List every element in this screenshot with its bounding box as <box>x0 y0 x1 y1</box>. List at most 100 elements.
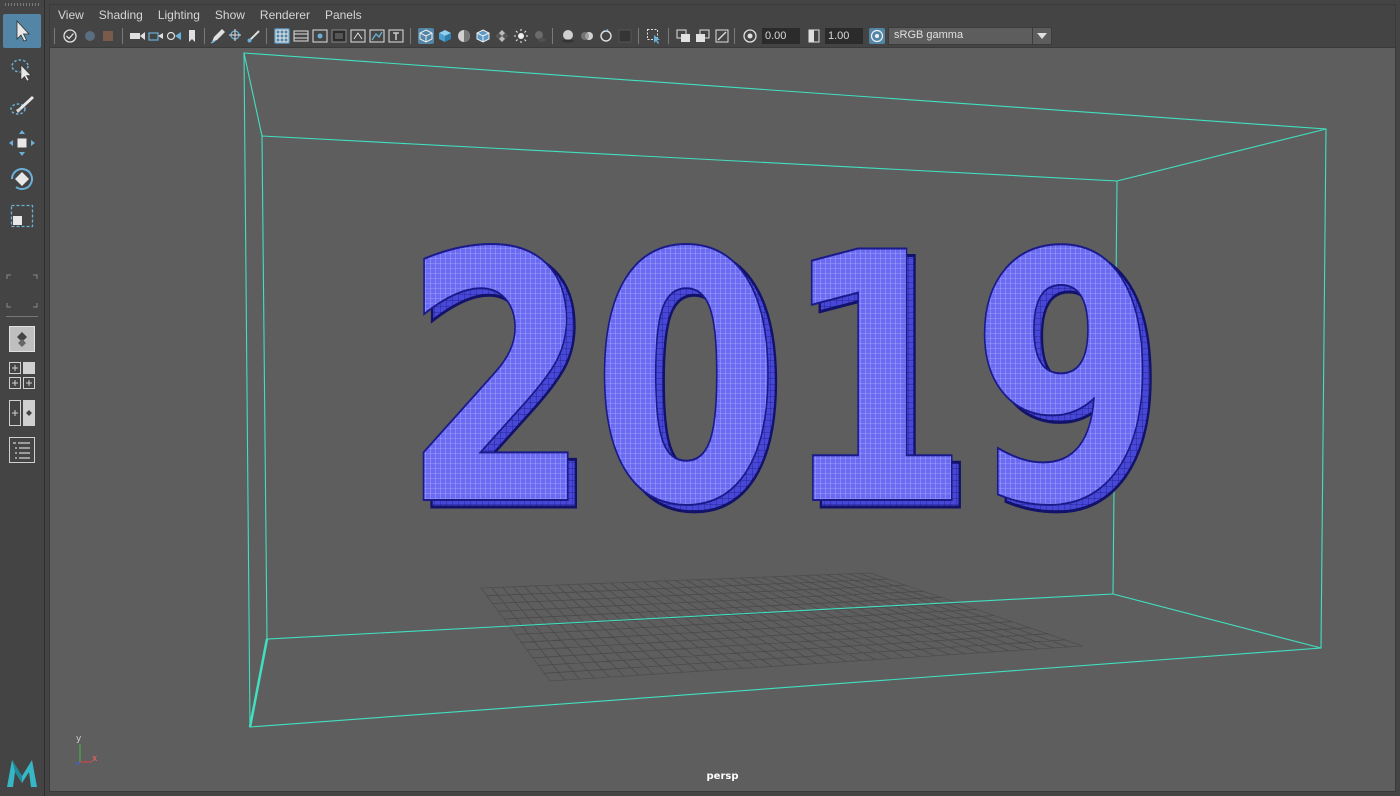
field-chart-button[interactable] <box>350 28 366 44</box>
paint-select-icon <box>10 96 34 115</box>
film-gate-button[interactable] <box>293 28 309 44</box>
two-view-layout-button[interactable] <box>3 396 41 430</box>
lasso-tool-button[interactable] <box>3 52 41 86</box>
bookmarks-button[interactable] <box>130 28 146 44</box>
brush-icon <box>247 30 260 43</box>
maya-logo-icon <box>7 760 37 787</box>
empty-tool-slot-icon <box>6 274 38 308</box>
grease-pencil-button[interactable] <box>210 28 226 44</box>
axis-y-label: y <box>76 734 82 744</box>
toolbar-separator <box>638 28 639 44</box>
paint-select-tool-button[interactable] <box>3 89 41 123</box>
motion-blur-button[interactable] <box>579 28 595 44</box>
smooth-shade-button[interactable] <box>437 28 453 44</box>
viewport-panel: View Shading Lighting Show Renderer Pane… <box>49 4 1396 792</box>
screen-space-ao-button[interactable] <box>560 28 576 44</box>
chevron-down-icon[interactable] <box>1032 28 1051 44</box>
color-management-icon <box>870 29 884 43</box>
smooth-shade-cube-icon <box>439 30 451 42</box>
safe-title-icon <box>388 29 404 43</box>
2d-pan-zoom-button[interactable] <box>228 28 244 44</box>
camera-name-label: persp <box>706 771 739 782</box>
gate-mask-button[interactable] <box>331 28 347 44</box>
safe-action-button[interactable] <box>369 28 385 44</box>
view-transform-dropdown[interactable]: sRGB gamma <box>888 27 1052 45</box>
toolbar-separator <box>266 28 267 44</box>
perspective-viewport[interactable]: 2019 2019 y x persp <box>50 48 1395 791</box>
menu-renderer[interactable]: Renderer <box>260 8 310 22</box>
lock-camera-button[interactable] <box>82 28 98 44</box>
rotate-tool-button[interactable] <box>3 162 41 196</box>
xray-joints-button[interactable] <box>714 28 730 44</box>
xray-button[interactable] <box>676 28 692 44</box>
image-plane-button[interactable] <box>166 28 182 44</box>
toolbar-separator <box>668 28 669 44</box>
select-arrow-icon <box>16 19 30 42</box>
menu-shading[interactable]: Shading <box>99 8 143 22</box>
default-material-icon <box>458 30 470 42</box>
scale-tool-icon <box>10 204 34 228</box>
view-transform-value: sRGB gamma <box>894 29 964 41</box>
text-mesh-face: 2019 <box>402 181 1160 582</box>
paint-tool-button[interactable] <box>246 28 262 44</box>
move-tool-icon <box>9 130 35 156</box>
view-axis-indicator: y x <box>72 734 102 768</box>
camera-view-button[interactable] <box>148 28 164 44</box>
multisample-aa-button[interactable] <box>598 28 614 44</box>
depth-of-field-button[interactable] <box>617 28 633 44</box>
wireframe-button[interactable] <box>418 28 434 44</box>
light-bulb-icon <box>514 29 528 43</box>
four-view-layout-button[interactable] <box>3 359 41 393</box>
select-tool-button[interactable] <box>3 14 41 48</box>
four-view-layout-icon <box>9 362 35 389</box>
outliner-layout-icon <box>9 437 35 463</box>
menu-lighting[interactable]: Lighting <box>158 8 200 22</box>
textured-button[interactable] <box>494 28 510 44</box>
camera-select-icon <box>63 29 77 43</box>
wireframe-on-shaded-button[interactable] <box>475 28 491 44</box>
axis-x-label: x <box>92 754 98 764</box>
pan-zoom-icon <box>229 29 241 41</box>
ambient-occlusion-icon <box>562 30 574 43</box>
default-material-button[interactable] <box>456 28 472 44</box>
scale-tool-button[interactable] <box>3 199 41 233</box>
xray-active-icon <box>696 29 710 42</box>
pencil-icon <box>210 29 225 44</box>
grid-toggle-button[interactable] <box>274 28 290 44</box>
toolbox <box>0 0 45 796</box>
isolate-select-button[interactable] <box>646 28 662 44</box>
exposure-button[interactable] <box>742 28 758 44</box>
exposure-field[interactable]: 0.00 <box>762 28 800 44</box>
safe-title-button[interactable] <box>388 28 404 44</box>
camera-attributes-button[interactable] <box>100 28 116 44</box>
toolbar-separator <box>54 28 55 44</box>
menu-panels[interactable]: Panels <box>325 8 362 22</box>
menu-show[interactable]: Show <box>215 8 245 22</box>
gamma-field[interactable]: 1.00 <box>825 28 863 44</box>
bookmark-button[interactable] <box>184 28 200 44</box>
resolution-gate-icon <box>312 29 328 43</box>
text-mesh-2019[interactable]: 2019 2019 <box>401 180 1170 591</box>
resolution-gate-button[interactable] <box>312 28 328 44</box>
xray-joints-icon <box>715 29 729 43</box>
image-plane-icon <box>166 31 181 41</box>
xray-active-button[interactable] <box>695 28 711 44</box>
menu-view[interactable]: View <box>58 8 84 22</box>
camera-view-icon <box>148 32 163 41</box>
gamma-button[interactable] <box>806 28 822 44</box>
bookmark-icon <box>189 30 195 42</box>
toolbox-grip[interactable] <box>5 3 39 6</box>
single-view-layout-button[interactable] <box>3 322 41 356</box>
field-chart-icon <box>350 29 366 43</box>
color-management-button[interactable] <box>869 28 885 44</box>
motion-blur-icon <box>581 32 593 40</box>
shadows-button[interactable] <box>532 28 548 44</box>
lock-camera-icon <box>85 31 95 41</box>
move-tool-button[interactable] <box>3 126 41 160</box>
lights-button[interactable] <box>513 28 529 44</box>
outliner-layout-button[interactable] <box>3 433 41 467</box>
single-view-layout-icon <box>9 326 35 352</box>
exposure-icon <box>743 29 757 43</box>
select-camera-button[interactable] <box>62 28 78 44</box>
gate-mask-icon <box>331 29 347 43</box>
